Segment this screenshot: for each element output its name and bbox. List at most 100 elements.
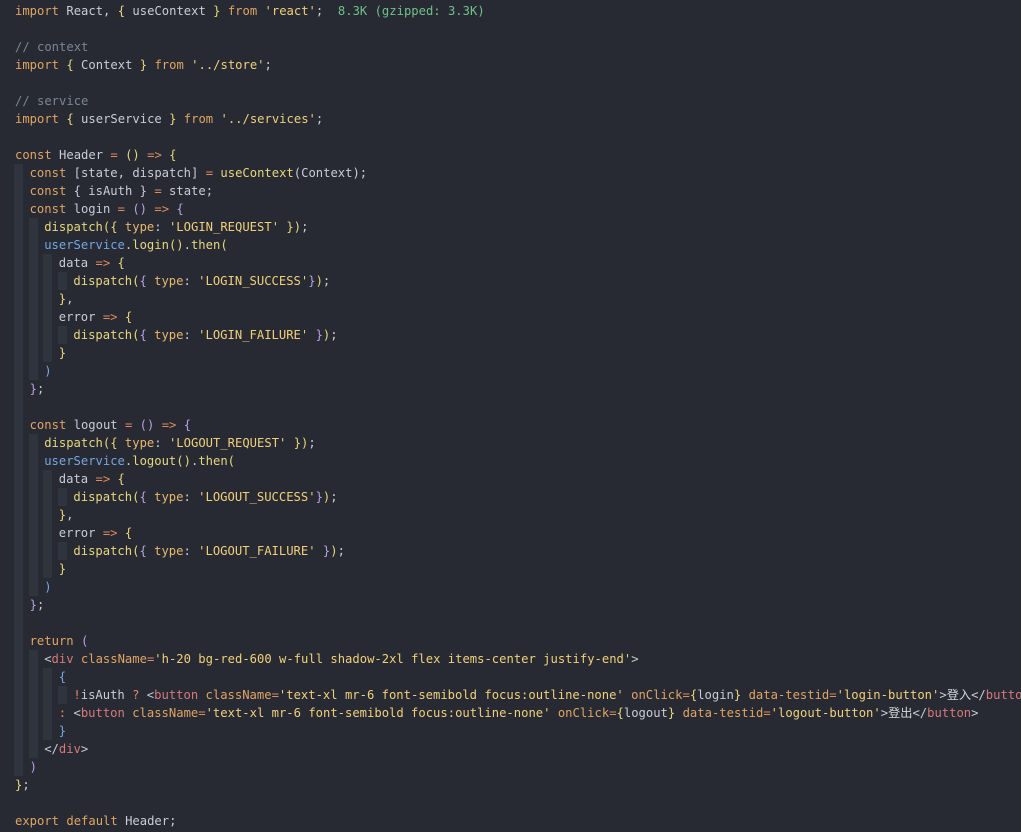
code-token: = bbox=[609, 706, 617, 720]
code-line-content: const logout = () => { bbox=[30, 418, 191, 432]
code-line: } bbox=[14, 560, 1021, 578]
code-token: , bbox=[66, 292, 74, 306]
indent-guide bbox=[14, 704, 23, 722]
indent-guide bbox=[43, 722, 53, 740]
code-token: </ bbox=[971, 688, 986, 702]
code-token: { bbox=[139, 328, 147, 342]
code-line-content: }, bbox=[59, 292, 74, 306]
code-token: () bbox=[139, 418, 155, 432]
indent-guide bbox=[28, 686, 38, 704]
code-token: 'LOGIN_REQUEST' bbox=[168, 220, 280, 234]
code-line-content: return ( bbox=[30, 634, 89, 648]
code-token: > bbox=[80, 742, 89, 756]
indent-guide bbox=[14, 308, 23, 326]
code-token: [state, dispatch] bbox=[66, 166, 206, 180]
code-token: < bbox=[139, 688, 155, 702]
code-token: 'h-20 bg-red-600 w-full shadow-2xl flex … bbox=[154, 652, 632, 666]
code-token: ; bbox=[330, 490, 338, 504]
code-token: type bbox=[124, 220, 155, 234]
code-token: = bbox=[205, 166, 214, 180]
indent-guide bbox=[28, 578, 38, 596]
code-line-content: dispatch({ type: 'LOGOUT_SUCCESS'}); bbox=[73, 490, 337, 504]
code-token: , bbox=[66, 508, 74, 522]
indent-guide bbox=[43, 686, 53, 704]
code-line: export default Header; bbox=[15, 812, 1021, 830]
code-token: } bbox=[29, 598, 37, 612]
indent-guide bbox=[28, 290, 38, 308]
code-token: ; bbox=[36, 382, 45, 396]
code-token: React, bbox=[59, 4, 118, 18]
code-line-content: const login = () => { bbox=[30, 202, 184, 216]
code-line-content: }, bbox=[59, 508, 74, 522]
code-line-content: ) bbox=[30, 760, 37, 774]
indent-guide bbox=[57, 488, 67, 506]
code-token: > bbox=[939, 688, 947, 702]
code-token: }) bbox=[293, 436, 309, 450]
code-token: 登入 bbox=[946, 688, 972, 702]
code-token: error bbox=[58, 310, 103, 324]
code-token: ; bbox=[322, 274, 331, 288]
code-token: dispatch bbox=[73, 544, 133, 558]
indent-guide bbox=[43, 290, 53, 308]
code-token: login bbox=[697, 688, 734, 702]
indent-guide bbox=[57, 326, 67, 344]
code-line: }, bbox=[14, 506, 1021, 524]
indent-guide bbox=[43, 560, 53, 578]
code-token: login bbox=[66, 202, 118, 216]
indent-guide bbox=[14, 506, 23, 524]
code-token: const bbox=[29, 166, 67, 180]
code-line-content: error => { bbox=[59, 310, 132, 324]
code-token: logout bbox=[66, 418, 125, 432]
indent-guide bbox=[28, 470, 38, 488]
indent-guide bbox=[14, 200, 23, 218]
code-token: 'LOGIN_SUCCESS' bbox=[198, 274, 309, 288]
code-line: } bbox=[14, 344, 1021, 362]
code-token: = bbox=[154, 184, 162, 198]
code-token: => bbox=[95, 256, 111, 270]
code-line-content: </div> bbox=[44, 742, 88, 756]
code-editor[interactable]: import React, { useContext } from 'react… bbox=[0, 0, 1021, 832]
code-token: ; bbox=[301, 220, 309, 234]
code-line: dispatch({ type: 'LOGOUT_REQUEST' }); bbox=[14, 434, 1021, 452]
indent-guide bbox=[14, 362, 23, 380]
code-token: button bbox=[985, 688, 1021, 702]
code-token: then bbox=[190, 238, 221, 252]
indent-guide bbox=[57, 686, 67, 704]
indent-guide bbox=[28, 272, 38, 290]
code-token: from bbox=[147, 58, 192, 72]
code-line: const login = () => { bbox=[14, 200, 1021, 218]
code-line bbox=[14, 398, 1021, 416]
code-token: 'LOGOUT_FAILURE' bbox=[198, 544, 316, 558]
code-token: (Context); bbox=[293, 166, 368, 180]
code-token: ; bbox=[315, 112, 324, 126]
code-token: then bbox=[198, 454, 228, 468]
code-token: ! bbox=[73, 688, 81, 702]
code-line-content: // context bbox=[15, 40, 88, 54]
code-token: type bbox=[154, 490, 184, 504]
code-area[interactable]: import React, { useContext } from 'react… bbox=[14, 2, 1021, 830]
code-token: ; bbox=[337, 544, 345, 558]
code-token: } bbox=[58, 346, 67, 360]
code-line: } bbox=[14, 722, 1021, 740]
indent-guide bbox=[43, 488, 53, 506]
code-line-content: userService.login().then( bbox=[44, 238, 227, 252]
code-token: className bbox=[132, 706, 199, 720]
indent-guide bbox=[14, 398, 23, 416]
code-token: button bbox=[927, 706, 972, 720]
code-token: () bbox=[168, 238, 184, 252]
code-token: Context bbox=[73, 58, 140, 72]
code-token: button bbox=[154, 688, 199, 702]
code-line: data => { bbox=[14, 470, 1021, 488]
code-token: () bbox=[125, 148, 140, 162]
code-token: dispatch bbox=[44, 220, 103, 234]
code-token: : bbox=[154, 436, 169, 450]
indent-guide bbox=[14, 416, 23, 434]
indent-guide bbox=[14, 218, 23, 236]
indent-guide bbox=[14, 740, 23, 758]
